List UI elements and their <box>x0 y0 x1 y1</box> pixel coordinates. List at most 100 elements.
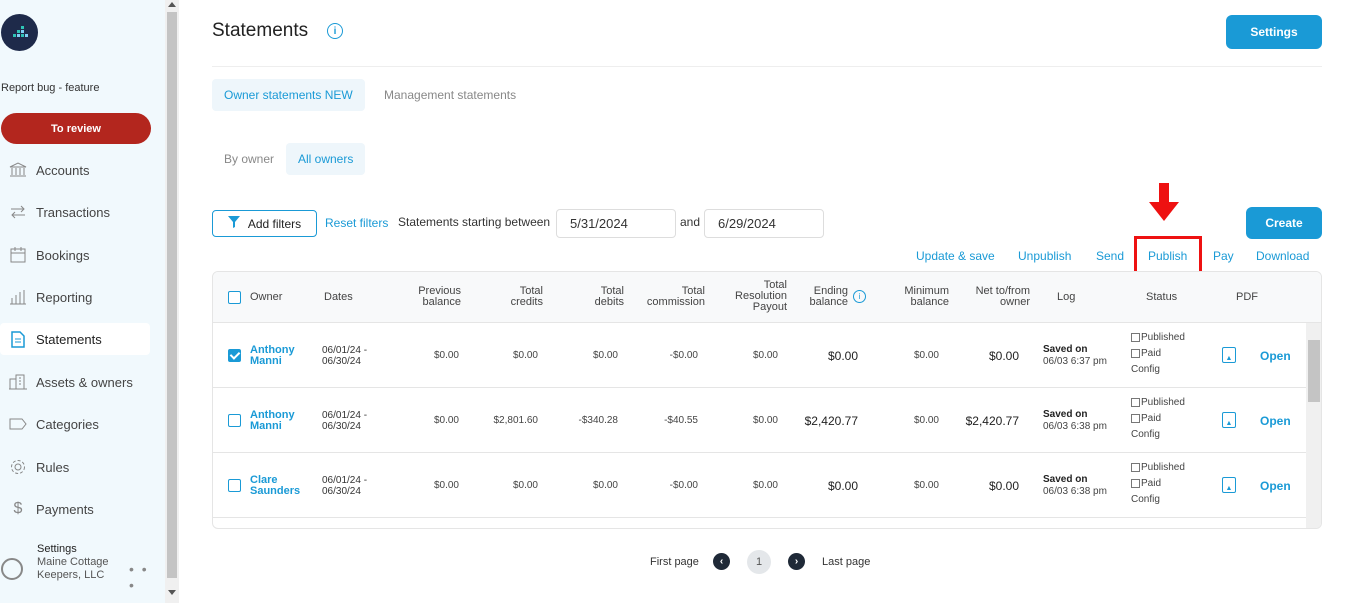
pdf-icon[interactable]: ▲ <box>1222 412 1236 428</box>
open-link[interactable]: Open <box>1260 479 1291 493</box>
col-total-commission[interactable]: Total commission <box>625 286 705 308</box>
status-config[interactable]: Config <box>1131 494 1160 505</box>
avatar[interactable] <box>1 558 23 580</box>
owner-link[interactable]: Anthony Manni <box>250 410 310 432</box>
col-status[interactable]: Status <box>1146 292 1177 303</box>
sidebar-item-bookings[interactable]: Bookings <box>0 239 150 271</box>
net-value: $2,420.77 <box>965 414 1019 428</box>
pdf-icon[interactable]: ▲ <box>1222 477 1236 493</box>
paid-checkbox[interactable] <box>1131 349 1140 358</box>
next-page-icon[interactable]: › <box>788 553 805 570</box>
table-row[interactable]: Anthony Manni 06/01/24 -06/30/24 $0.00 $0… <box>213 323 1306 388</box>
status-paid[interactable]: Paid <box>1131 348 1161 359</box>
to-review-button[interactable]: To review <box>1 113 151 144</box>
table-scrollbar[interactable] <box>1306 323 1321 528</box>
status-published[interactable]: Published <box>1131 397 1185 408</box>
status-config[interactable]: Config <box>1131 429 1160 440</box>
first-page-link[interactable]: First page <box>650 550 699 574</box>
more-options-icon[interactable]: • • • <box>129 561 160 593</box>
gear-icon <box>8 458 28 476</box>
scroll-down-icon[interactable] <box>168 590 176 595</box>
update-save-link[interactable]: Update & save <box>916 249 995 263</box>
arrows-exchange-icon <box>8 203 28 221</box>
sidebar-item-transactions[interactable]: Transactions <box>0 196 150 228</box>
reset-filters-link[interactable]: Reset filters <box>325 216 388 230</box>
sidebar-item-accounts[interactable]: Accounts <box>0 154 150 186</box>
sidebar-item-label: Reporting <box>36 289 93 305</box>
table-row[interactable]: Clare Saunders 06/01/24 -06/30/24 $0.00 $… <box>213 453 1306 518</box>
building-icon <box>8 373 28 391</box>
settings-button[interactable]: Settings <box>1226 15 1322 49</box>
open-link[interactable]: Open <box>1260 414 1291 428</box>
start-date-input[interactable] <box>556 209 676 238</box>
sidebar-item-rules[interactable]: Rules <box>0 451 150 483</box>
end-date-input[interactable] <box>704 209 824 238</box>
and-label: and <box>680 215 701 229</box>
paid-checkbox[interactable] <box>1131 414 1140 423</box>
pay-link[interactable]: Pay <box>1213 249 1234 263</box>
col-owner[interactable]: Owner <box>250 292 282 303</box>
ending-balance-value: $0.00 <box>827 349 858 363</box>
sidebar-item-label: Categories <box>36 416 99 432</box>
owner-link[interactable]: Clare Saunders <box>250 475 310 497</box>
table-row[interactable]: Anthony Manni 06/01/24 -06/30/24 $0.00 $2… <box>213 388 1306 453</box>
app-logo[interactable] <box>1 14 38 51</box>
user-menu[interactable]: Settings Maine Cottage Keepers, LLC • • … <box>0 543 160 599</box>
sidebar-item-categories[interactable]: Categories <box>0 408 150 440</box>
published-checkbox[interactable] <box>1131 333 1140 342</box>
published-checkbox[interactable] <box>1131 398 1140 407</box>
sidebar-item-payments[interactable]: $ Payments <box>0 493 150 525</box>
published-checkbox[interactable] <box>1131 463 1140 472</box>
tab-management-statements[interactable]: Management statements <box>372 79 528 111</box>
tab-owner-statements[interactable]: Owner statements NEW <box>212 79 365 111</box>
col-total-debits[interactable]: Total debits <box>564 286 624 308</box>
status-paid[interactable]: Paid <box>1131 413 1161 424</box>
sidebar-scrollbar[interactable] <box>165 0 179 603</box>
col-previous-balance[interactable]: Previous balance <box>401 286 461 308</box>
status-paid[interactable]: Paid <box>1131 478 1161 489</box>
col-log[interactable]: Log <box>1057 292 1075 303</box>
total-resolution-value: $0.00 <box>752 415 778 426</box>
scrollbar-thumb[interactable] <box>1308 340 1320 402</box>
open-link[interactable]: Open <box>1260 349 1291 363</box>
scrollbar-thumb[interactable] <box>167 12 177 578</box>
row-checkbox[interactable] <box>228 414 241 427</box>
send-link[interactable]: Send <box>1096 249 1124 263</box>
col-ending-balance[interactable]: Ending balance <box>788 286 848 308</box>
row-checkbox[interactable] <box>228 479 241 492</box>
current-page[interactable]: 1 <box>747 550 771 574</box>
prev-page-icon[interactable]: ‹ <box>713 553 730 570</box>
info-icon[interactable]: i <box>327 23 343 39</box>
row-checkbox[interactable] <box>228 349 241 362</box>
col-dates[interactable]: Dates <box>324 292 353 303</box>
col-minimum-balance[interactable]: Minimum balance <box>889 286 949 308</box>
tab-all-owners[interactable]: All owners <box>286 143 366 175</box>
create-button[interactable]: Create <box>1246 207 1322 239</box>
download-link[interactable]: Download <box>1256 249 1309 263</box>
last-page-link[interactable]: Last page <box>822 550 870 574</box>
add-filters-button[interactable]: Add filters <box>212 210 317 237</box>
owner-link[interactable]: Anthony Manni <box>250 345 310 367</box>
report-bug-link[interactable]: Report bug - feature <box>1 82 99 94</box>
unpublish-link[interactable]: Unpublish <box>1018 249 1071 263</box>
status-config[interactable]: Config <box>1131 364 1160 375</box>
info-icon[interactable]: i <box>853 290 866 303</box>
sidebar-item-reporting[interactable]: Reporting <box>0 281 150 313</box>
col-net-to-from-owner[interactable]: Net to/from owner <box>950 286 1030 308</box>
sidebar-item-label: Bookings <box>36 247 90 263</box>
col-total-resolution-payout[interactable]: Total Resolution Payout <box>707 280 787 313</box>
paid-checkbox[interactable] <box>1131 479 1140 488</box>
sidebar-item-statements[interactable]: Statements <box>0 323 150 355</box>
main-content: Statements i Settings Owner statements N… <box>179 0 1345 603</box>
tab-by-owner[interactable]: By owner <box>212 143 286 175</box>
col-total-credits[interactable]: Total credits <box>483 286 543 308</box>
sidebar-item-assets-owners[interactable]: Assets & owners <box>0 366 150 398</box>
scroll-up-icon[interactable] <box>168 2 176 7</box>
total-resolution-value: $0.00 <box>752 480 778 491</box>
document-icon <box>8 330 28 348</box>
status-published[interactable]: Published <box>1131 462 1185 473</box>
status-published[interactable]: Published <box>1131 332 1185 343</box>
select-all-checkbox[interactable] <box>228 291 241 304</box>
pdf-icon[interactable]: ▲ <box>1222 347 1236 363</box>
col-pdf[interactable]: PDF <box>1236 292 1258 303</box>
